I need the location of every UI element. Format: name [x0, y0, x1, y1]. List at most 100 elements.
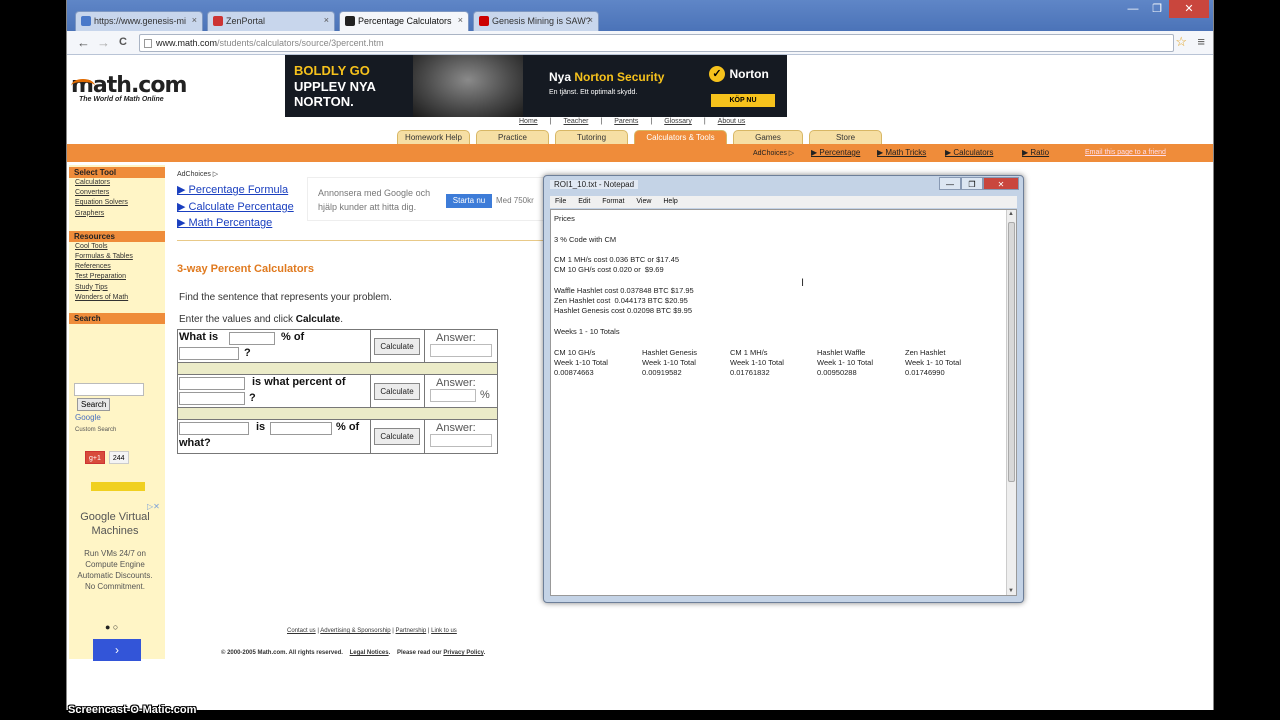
calculate-button[interactable]: Calculate: [374, 428, 420, 445]
bar-link-percentage[interactable]: ▶ Percentage: [811, 148, 860, 157]
tab-percentage-calculators[interactable]: Percentage Calculators ×: [339, 11, 469, 31]
bar-adchoices[interactable]: AdChoices ▷: [753, 149, 794, 157]
bar-link-ratio[interactable]: ▶ Ratio: [1022, 148, 1049, 157]
tab-homework-help[interactable]: Homework Help: [397, 130, 470, 144]
close-icon[interactable]: ✕: [983, 177, 1019, 190]
bookmark-star-icon[interactable]: ☆: [1175, 34, 1187, 50]
sidebar-item-formulas[interactable]: Formulas & Tables: [69, 252, 165, 262]
mathcom-logo[interactable]: math.com The World of Math Online: [71, 73, 191, 113]
sidebar-item-equation-solvers[interactable]: Equation Solvers: [69, 198, 165, 208]
sidebar-item-cool-tools[interactable]: Cool Tools: [69, 242, 165, 252]
norton-banner-ad[interactable]: BOLDLY GO UPPLEV NYA NORTON. Nya Norton …: [285, 55, 787, 117]
is-what-percent-of-input[interactable]: [179, 392, 245, 405]
bar-link-math-tricks[interactable]: ▶ Math Tricks: [877, 148, 926, 157]
page-title: 3-way Percent Calculators: [177, 263, 314, 275]
is-value-input[interactable]: [179, 422, 249, 435]
sidebar-item-study-tips[interactable]: Study Tips: [69, 283, 165, 293]
notepad-window[interactable]: ROI1_10.txt - Notepad — ❐ ✕ File Edit Fo…: [543, 175, 1024, 603]
ad-link-calculate-percentage[interactable]: ▶ Calculate Percentage: [177, 200, 294, 217]
forward-arrow-icon[interactable]: →: [97, 35, 110, 50]
bar-link-calculators[interactable]: ▶ Calculators: [945, 148, 993, 157]
home-link[interactable]: Home: [519, 118, 538, 125]
adchoices-label[interactable]: AdChoices ▷: [177, 170, 218, 178]
carousel-dots[interactable]: ● ○: [105, 622, 118, 632]
percent-input[interactable]: [270, 422, 332, 435]
buy-now-button[interactable]: KÖP NU: [711, 94, 775, 107]
tab-games[interactable]: Games: [733, 130, 803, 144]
close-icon[interactable]: ×: [192, 15, 197, 25]
tab-practice[interactable]: Practice: [476, 130, 549, 144]
tab-calculators-tools[interactable]: Calculators & Tools: [634, 130, 727, 144]
scroll-up-icon[interactable]: ▲: [1008, 211, 1014, 217]
sidebar-item-references[interactable]: References: [69, 262, 165, 272]
tab-tutoring[interactable]: Tutoring: [555, 130, 628, 144]
sidebar-item-calculators[interactable]: Calculators: [69, 178, 165, 188]
advertising-link[interactable]: Advertising & Sponsorship: [320, 628, 390, 634]
instruction-prefix: Enter the values and click: [179, 314, 293, 325]
window-close-icon[interactable]: ✕: [1169, 0, 1209, 18]
maximize-icon[interactable]: ❐: [1145, 0, 1169, 18]
google-vm-ad[interactable]: Google Virtual Machines Run VMs 24/7 on …: [75, 510, 155, 592]
instruction-bold: Calculate: [295, 314, 341, 325]
answer-label: Answer:: [436, 332, 476, 344]
menu-edit[interactable]: Edit: [578, 198, 590, 205]
menu-file[interactable]: File: [555, 198, 566, 205]
tab-store[interactable]: Store: [809, 130, 882, 144]
menu-help[interactable]: Help: [663, 198, 677, 205]
gplus-button[interactable]: g+1: [85, 451, 105, 464]
address-bar[interactable]: www.math.com/students/calculators/source…: [139, 34, 1174, 52]
sidebar-item-converters[interactable]: Converters: [69, 188, 165, 198]
what-is-of-input[interactable]: [179, 347, 239, 360]
glossary-link[interactable]: Glossary: [664, 118, 692, 125]
menu-view[interactable]: View: [636, 198, 651, 205]
legal-notices-link[interactable]: Legal Notices: [350, 650, 389, 656]
google-ads-box[interactable]: Annonsera med Google och hjälp kunder at…: [307, 177, 557, 221]
vertical-scrollbar[interactable]: ▲ ▼: [1006, 210, 1016, 595]
minimize-icon[interactable]: —: [939, 177, 961, 190]
custom-search-label: Custom Search: [75, 427, 117, 433]
privacy-policy-link[interactable]: Privacy Policy: [443, 650, 483, 656]
ad-link-percentage-formula[interactable]: ▶ Percentage Formula: [177, 183, 294, 200]
hamburger-menu-icon[interactable]: ≡: [1197, 34, 1205, 49]
table-cell: Week 1- 10 Total: [817, 358, 874, 367]
notepad-text-area[interactable]: Prices 3 % Code with CM CM 1 MH/s cost 0…: [550, 209, 1017, 596]
tab-youtube[interactable]: Genesis Mining is SAW? ×: [473, 11, 599, 31]
close-icon[interactable]: ×: [324, 15, 329, 25]
close-icon[interactable]: ×: [458, 15, 463, 25]
sidebar-item-test-prep[interactable]: Test Preparation: [69, 272, 165, 282]
site-nav-tabs: Homework Help Practice Tutoring Calculat…: [397, 130, 888, 144]
parents-link[interactable]: Parents: [614, 118, 638, 125]
tab-zenportal[interactable]: ZenPortal ×: [207, 11, 335, 31]
email-page-link[interactable]: Email this page to a friend: [1085, 149, 1166, 156]
calculate-button[interactable]: Calculate: [374, 338, 420, 355]
partnership-link[interactable]: Partnership: [396, 628, 427, 634]
tab-genesis[interactable]: https://www.genesis-mi ×: [75, 11, 203, 31]
calculate-button[interactable]: Calculate: [374, 383, 420, 400]
close-icon[interactable]: ×: [588, 15, 593, 25]
calc-row-what-percent: is what percent of ? Calculate Answer: %: [178, 375, 497, 408]
maximize-icon[interactable]: ❐: [961, 177, 983, 190]
what-is-percent-input[interactable]: [229, 332, 275, 345]
is-what-percent-value-input[interactable]: [179, 377, 245, 390]
ad-next-button[interactable]: ›: [93, 639, 141, 661]
minimize-icon[interactable]: —: [1121, 0, 1145, 18]
about-link[interactable]: About us: [718, 118, 746, 125]
link-to-us-link[interactable]: Link to us: [431, 628, 457, 634]
small-badge[interactable]: [91, 482, 145, 491]
sidebar-search-button[interactable]: Search: [77, 398, 111, 411]
ad-link-math-percentage[interactable]: ▶ Math Percentage: [177, 216, 294, 233]
sidebar-search-input[interactable]: [74, 383, 144, 396]
scroll-thumb[interactable]: [1008, 222, 1015, 482]
sidebar-item-graphers[interactable]: Graphers: [69, 209, 165, 219]
table-cell: Week 1-10 Total: [554, 358, 608, 367]
menu-format[interactable]: Format: [602, 198, 624, 205]
contact-link[interactable]: Contact us: [287, 628, 316, 634]
back-arrow-icon[interactable]: ←: [77, 35, 90, 50]
helmet-image: [413, 55, 523, 117]
start-now-button[interactable]: Starta nu: [446, 194, 492, 208]
reload-icon[interactable]: C: [119, 36, 127, 48]
sidebar-item-wonders[interactable]: Wonders of Math: [69, 293, 165, 303]
scroll-down-icon[interactable]: ▼: [1008, 588, 1014, 594]
table-cell: Week 1-10 Total: [730, 358, 784, 367]
teacher-link[interactable]: Teacher: [564, 118, 589, 125]
